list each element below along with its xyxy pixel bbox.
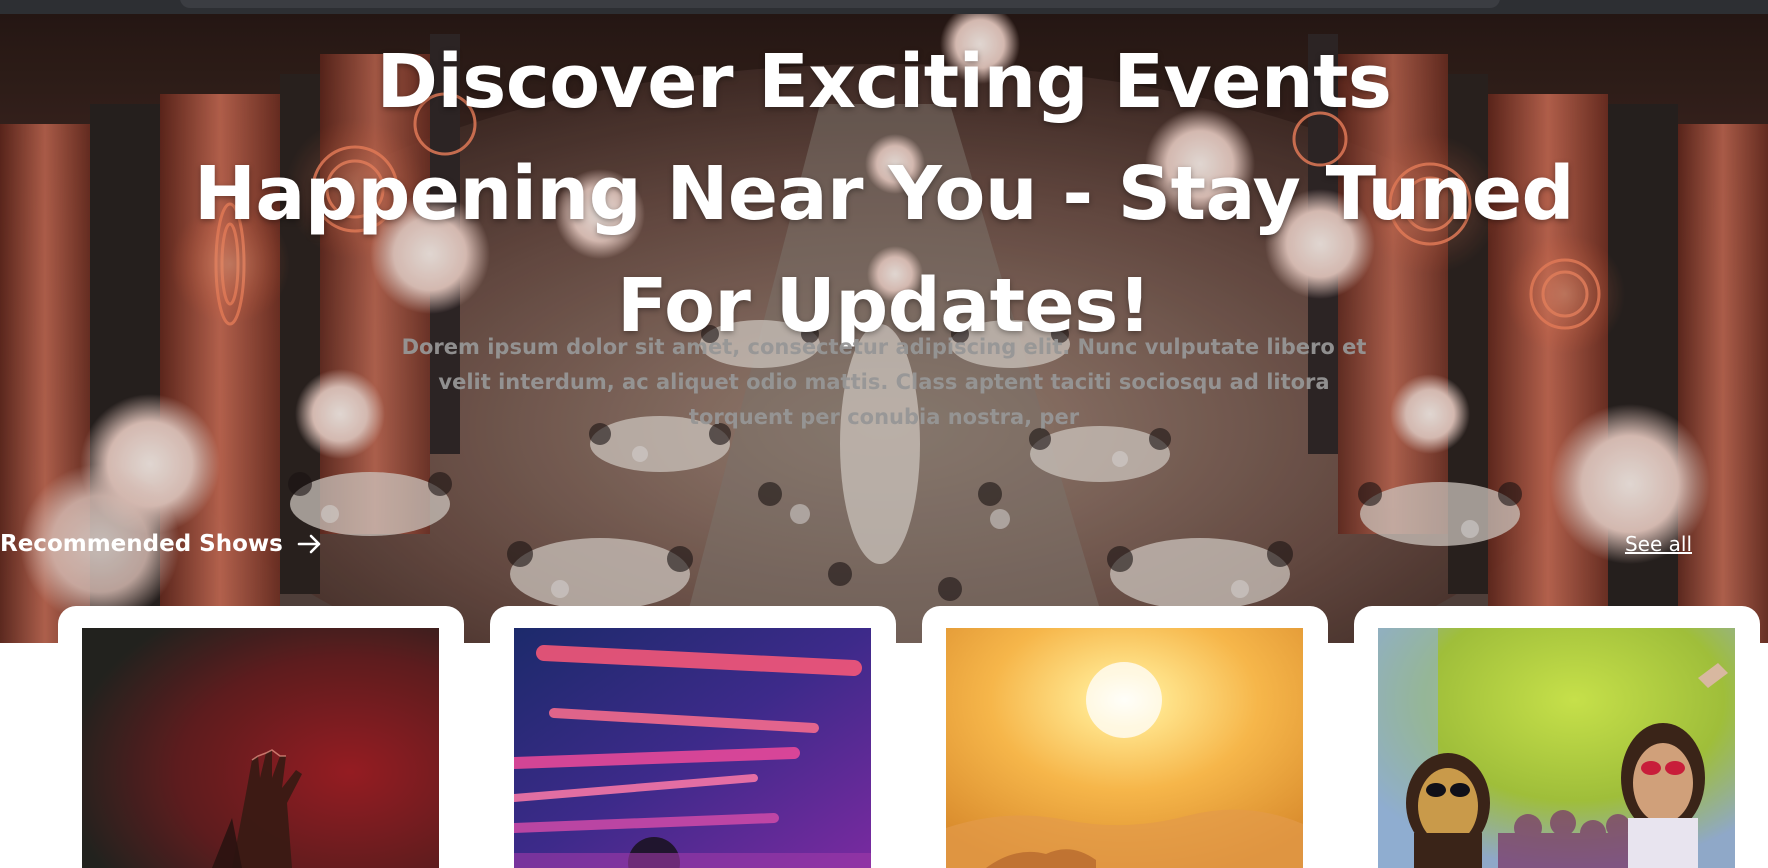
browser-tab-edge <box>180 0 1500 8</box>
show-card[interactable] <box>490 606 896 868</box>
show-card[interactable] <box>58 606 464 868</box>
recommended-shows-link[interactable]: Recommended Shows <box>0 524 323 564</box>
recommended-shows-header: Recommended Shows See all <box>0 524 1768 564</box>
see-all-link[interactable]: See all <box>1625 524 1692 564</box>
show-card-image <box>1378 628 1735 868</box>
hero-banner: Discover Exciting Events Happening Near … <box>0 14 1768 643</box>
recommended-shows-title: Recommended Shows <box>0 531 283 557</box>
browser-top-strip <box>0 0 1768 14</box>
show-card-image <box>82 628 439 868</box>
show-card[interactable] <box>922 606 1328 868</box>
show-card-image <box>946 628 1303 868</box>
show-card-image <box>514 628 871 868</box>
hero-description: Dorem ipsum dolor sit amet, consectetur … <box>401 335 1367 429</box>
hero-title: Discover Exciting Events Happening Near … <box>193 39 1575 349</box>
arrow-right-icon <box>297 533 323 555</box>
show-card[interactable] <box>1354 606 1760 868</box>
